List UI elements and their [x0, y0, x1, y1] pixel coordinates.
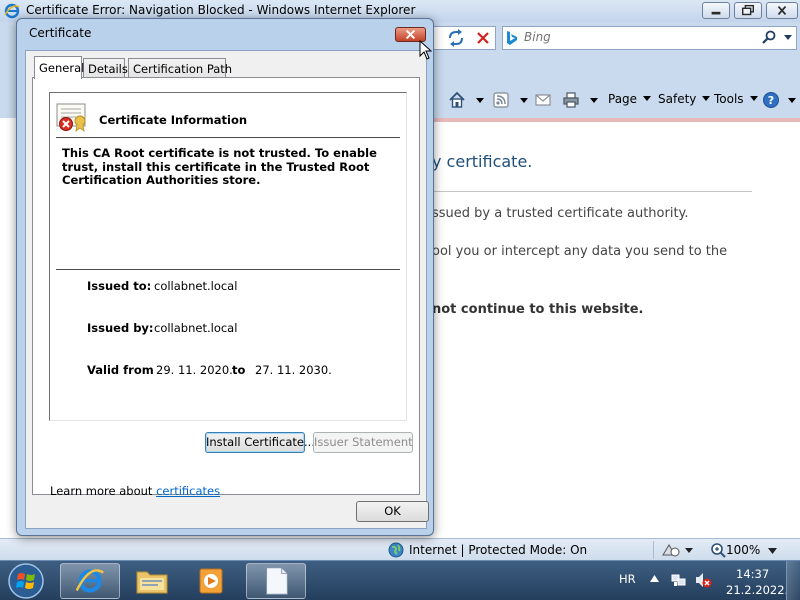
taskbar-media-player[interactable] — [182, 563, 242, 599]
untrusted-certificate-icon — [56, 103, 86, 132]
minimize-icon — [711, 11, 721, 15]
search-input[interactable] — [524, 27, 754, 47]
bing-icon — [507, 31, 517, 45]
learn-more-prefix: Learn more about — [50, 484, 153, 498]
certificate-dialog: Certificate General Details Certificatio… — [16, 18, 434, 536]
minimize-button[interactable] — [702, 2, 730, 19]
network-icon[interactable] — [670, 571, 688, 589]
issuer-statement-button[interactable]: Issuer Statement — [313, 432, 413, 453]
install-certificate-button[interactable]: Install Certificate... — [205, 432, 315, 453]
zoom-icon[interactable] — [710, 542, 726, 558]
trust-warning-message: This CA Root certificate is not trusted.… — [62, 146, 377, 187]
restore-icon — [742, 4, 754, 16]
page-heading: y certificate. — [432, 152, 533, 171]
chevron-down-icon — [702, 96, 711, 101]
show-hidden-icons-icon[interactable] — [650, 575, 659, 582]
status-bar: Internet | Protected Mode: On 100% — [0, 538, 800, 560]
certificates-link[interactable]: certificates — [156, 484, 220, 498]
issued-to-value: collabnet.local — [154, 279, 238, 293]
taskbar-internet-explorer[interactable] — [60, 563, 120, 599]
feeds-icon[interactable] — [492, 91, 510, 109]
dialog-body: General Details Certification Path Certi… — [25, 50, 429, 529]
help-icon[interactable]: ? — [762, 91, 780, 109]
page-divider — [432, 191, 752, 192]
error-header-bar — [434, 118, 800, 122]
issued-by-label: Issued by: — [87, 321, 154, 335]
language-indicator[interactable]: HR — [619, 572, 636, 586]
print-dropdown-icon[interactable] — [590, 98, 598, 103]
stop-icon[interactable] — [474, 29, 492, 47]
tab-certification-path[interactable]: Certification Path — [128, 58, 232, 78]
valid-from-label: Valid from — [87, 363, 154, 377]
zoom-level[interactable]: 100% — [726, 543, 760, 557]
certificate-info-heading: Certificate Information — [99, 113, 248, 127]
protected-mode-settings-icon[interactable] — [661, 542, 695, 558]
read-mail-icon[interactable] — [534, 91, 552, 109]
general-tab-panel: Certificate Information This CA Root cer… — [32, 77, 420, 498]
dialog-title: Certificate — [29, 26, 92, 40]
clock-date[interactable]: 21.2.2022. — [726, 583, 788, 597]
restore-button[interactable] — [734, 2, 762, 19]
learn-more-text: Learn more about certificates — [50, 484, 220, 498]
valid-from-value: 29. 11. 2020. — [156, 363, 233, 377]
browser-close-button[interactable] — [766, 2, 798, 19]
tools-menu[interactable]: Tools — [714, 92, 758, 110]
taskbar-windows-explorer[interactable] — [122, 563, 182, 599]
security-zone-text: Internet | Protected Mode: On — [409, 543, 588, 557]
internet-explorer-icon — [75, 569, 104, 593]
ok-button[interactable]: OK — [356, 501, 429, 522]
tab-label: General — [39, 61, 85, 75]
internet-zone-globe-icon — [388, 542, 404, 558]
page-recommendation: not continue to this website. — [432, 302, 644, 317]
volume-muted-icon[interactable] — [694, 571, 712, 589]
search-icon[interactable] — [762, 30, 776, 44]
print-icon[interactable] — [562, 91, 580, 109]
safety-menu[interactable]: Safety — [658, 92, 711, 110]
tab-general[interactable]: General — [34, 56, 85, 79]
tab-label: Certification Path — [133, 62, 233, 76]
valid-to-value: 27. 11. 2030. — [255, 363, 332, 377]
taskbar: HR 14:37 21.2.2022. — [0, 560, 800, 600]
tab-label: Details — [88, 62, 128, 76]
show-desktop-button[interactable] — [786, 561, 800, 600]
media-player-icon — [199, 568, 223, 594]
home-dropdown-icon[interactable] — [476, 98, 484, 103]
compatibility-refresh-icon[interactable] — [446, 29, 466, 47]
start-button[interactable] — [4, 561, 50, 600]
internet-explorer-icon — [4, 3, 20, 19]
certificate-info-box: Certificate Information This CA Root cer… — [49, 92, 407, 421]
issued-by-value: collabnet.local — [154, 321, 238, 335]
folder-icon — [136, 571, 168, 594]
help-dropdown-icon[interactable] — [788, 98, 796, 103]
safety-menu-label: Safety — [658, 92, 697, 106]
feeds-dropdown-icon[interactable] — [520, 98, 528, 103]
valid-to-label: to — [232, 363, 246, 377]
page-text: ssued by a trusted certificate authority… — [432, 206, 689, 221]
mouse-pointer-icon — [419, 40, 432, 60]
taskbar-document-window[interactable] — [246, 563, 306, 599]
divider — [56, 269, 400, 270]
clock-time[interactable]: 14:37 — [736, 567, 769, 581]
tab-details[interactable]: Details — [83, 58, 128, 78]
document-icon — [266, 567, 288, 595]
zoom-dropdown-icon[interactable] — [768, 548, 777, 554]
issued-to-label: Issued to: — [87, 279, 152, 293]
chevron-down-icon — [643, 96, 652, 101]
svg-text:?: ? — [768, 94, 774, 107]
close-icon — [777, 5, 787, 16]
page-menu[interactable]: Page — [608, 92, 652, 110]
browser-title: Certificate Error: Navigation Blocked - … — [26, 3, 416, 17]
status-divider — [653, 541, 654, 559]
tools-menu-label: Tools — [714, 92, 744, 106]
divider — [56, 137, 400, 138]
search-options-dropdown-icon[interactable] — [784, 35, 792, 40]
chevron-down-icon — [749, 96, 758, 101]
home-icon[interactable] — [448, 91, 466, 109]
page-menu-label: Page — [608, 92, 638, 106]
page-text: ool you or intercept any data you send t… — [432, 244, 728, 259]
